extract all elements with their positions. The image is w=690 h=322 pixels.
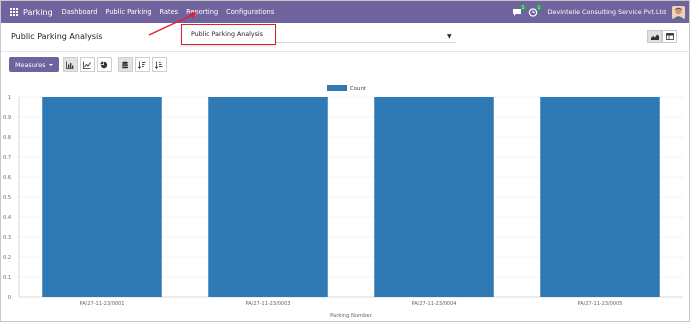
measures-label: Measures — [15, 60, 46, 69]
bar-chart: 0 0.1 0.2 0.3 0.4 0.5 0.6 0.7 0.8 0.9 1 PA/27-11-2… — [3, 85, 683, 319]
pie-chart-button[interactable] — [96, 57, 112, 72]
x-tick-label: PA/27-11-23/0005 — [578, 301, 623, 307]
graph-view-button[interactable] — [647, 30, 662, 43]
y-tick-label: 1 — [8, 95, 11, 101]
stack-icon — [122, 61, 128, 68]
pivot-view-button[interactable] — [662, 30, 677, 43]
y-tick-label: 0.6 — [3, 175, 11, 181]
dropdown-item-public-parking-analysis[interactable]: Public Parking Analysis — [191, 31, 263, 38]
app-window: Parking Dashboard Public Parking Rates R… — [0, 0, 690, 322]
menu-configurations[interactable]: Configurations — [226, 8, 274, 16]
bar-chart-button[interactable] — [62, 57, 78, 72]
y-tick-label: 0.9 — [3, 115, 11, 121]
avatar[interactable] — [672, 5, 685, 19]
y-tick-label: 0.1 — [3, 275, 11, 281]
company-switcher[interactable]: Devintelle Consulting Service Pvt.Ltd — [548, 8, 666, 16]
top-navbar: Parking Dashboard Public Parking Rates R… — [1, 1, 689, 23]
bar-PA/27-11-23/0004[interactable] — [374, 97, 494, 297]
pie-chart-icon — [100, 60, 108, 68]
y-tick-label: 0.3 — [3, 235, 11, 241]
y-tick-label: 0.7 — [3, 155, 11, 161]
bar-PA/27-11-23/0001[interactable] — [42, 97, 162, 297]
sort-descending-button[interactable] — [134, 57, 150, 72]
menu-reporting[interactable]: Reporting — [186, 8, 218, 16]
sort-descending-icon — [138, 61, 146, 69]
bar-chart-icon — [66, 61, 74, 69]
graph-toolbar: Measures — [9, 57, 169, 72]
x-tick-label: PA/27-11-23/0004 — [412, 301, 457, 307]
line-chart-icon — [83, 61, 91, 69]
clock-icon[interactable]: 1 — [528, 4, 542, 17]
sort-ascending-button[interactable] — [151, 57, 167, 72]
reporting-dropdown-menu: Public Parking Analysis — [181, 24, 276, 45]
bar-PA/27-11-23/0003[interactable] — [208, 97, 328, 297]
bar-PA/27-11-23/0005[interactable] — [540, 97, 660, 297]
view-switcher — [647, 30, 677, 43]
measures-button[interactable]: Measures — [9, 57, 59, 72]
control-panel-divider — [1, 51, 689, 52]
x-tick-label: PA/27-11-23/0003 — [246, 301, 291, 307]
y-tick-label: 0.5 — [3, 195, 11, 201]
line-chart-button[interactable] — [79, 57, 95, 72]
caret-down-icon — [48, 63, 53, 66]
y-tick-label: 0.4 — [3, 215, 11, 221]
app-brand[interactable]: Parking — [23, 8, 53, 17]
apps-grid-icon[interactable] — [10, 8, 18, 16]
search-options-caret-icon[interactable]: ▼ — [447, 33, 452, 40]
area-chart-icon — [650, 34, 659, 40]
navbar-systray: 5 1 Devintelle Consulting Service Pvt.Lt… — [512, 1, 685, 23]
page-title: Public Parking Analysis — [11, 32, 103, 41]
x-axis-title: Parking Number — [330, 313, 373, 319]
x-tick-label: PA/27-11-23/0001 — [80, 301, 125, 307]
sort-ascending-icon — [155, 61, 163, 69]
activity-badge: 1 — [536, 4, 542, 10]
y-tick-label: 0.8 — [3, 135, 11, 141]
legend-label: Count — [350, 86, 366, 92]
chat-icon[interactable]: 5 — [512, 4, 526, 17]
chat-badge: 5 — [520, 4, 526, 10]
y-tick-label: 0.2 — [3, 255, 11, 261]
legend-swatch[interactable] — [327, 85, 347, 91]
menu-public-parking[interactable]: Public Parking — [105, 8, 151, 16]
menu-rates[interactable]: Rates — [160, 8, 179, 16]
table-icon — [665, 33, 674, 40]
y-tick-label: 0 — [8, 295, 11, 301]
stacked-button[interactable] — [117, 57, 133, 72]
menu-dashboard[interactable]: Dashboard — [62, 8, 98, 16]
